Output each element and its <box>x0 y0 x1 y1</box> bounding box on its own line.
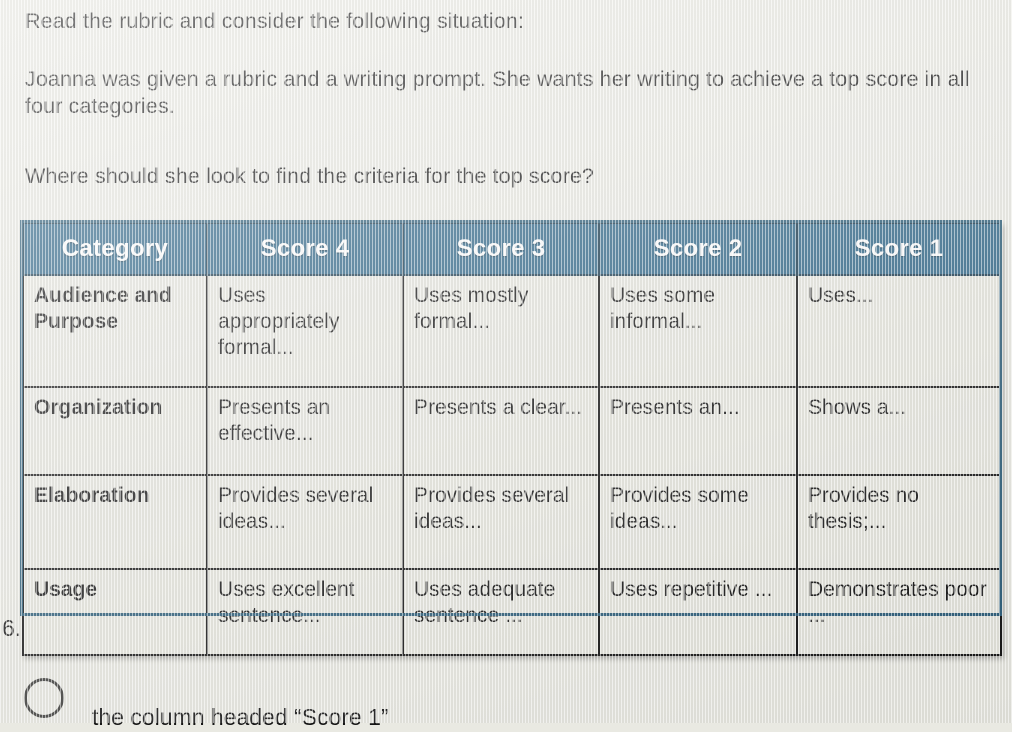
table-row: Audience and Purpose Uses appropriately … <box>22 274 1002 388</box>
cell-score-3: Uses adequate sentence ... <box>402 568 600 656</box>
table-header-row: Category Score 4 Score 3 Score 2 Score 1 <box>22 222 1002 276</box>
cell-score-4: Presents an effective... <box>206 386 404 476</box>
prompt-situation: Joanna was given a rubric and a writing … <box>25 67 970 118</box>
cell-score-1: Shows a... <box>796 386 1002 476</box>
answer-option-the-column-headed-score-1[interactable]: the column headed “Score 1” <box>24 676 389 732</box>
radio-button-icon[interactable] <box>24 678 64 718</box>
prompt-instruction: Read the rubric and consider the followi… <box>25 9 524 33</box>
rubric-table-head: Category Score 4 Score 3 Score 2 Score 1 <box>22 222 1002 276</box>
row-category-label: Usage <box>22 568 208 656</box>
cell-score-3: Presents a clear... <box>402 386 600 476</box>
rubric-table-container: Category Score 4 Score 3 Score 2 Score 1… <box>22 222 1002 656</box>
worksheet-page: Read the rubric and consider the followi… <box>0 0 1012 730</box>
table-row: Elaboration Provides several ideas... Pr… <box>22 474 1002 570</box>
cell-score-4: Uses excellent sentence... <box>206 568 404 656</box>
row-category-label: Audience and Purpose <box>22 274 208 388</box>
answer-option-label: the column headed “Score 1” <box>92 704 389 730</box>
cell-score-2: Presents an... <box>598 386 798 476</box>
column-header-score-2: Score 2 <box>598 222 798 276</box>
question-number: 6. <box>2 615 22 641</box>
row-category-label: Elaboration <box>22 474 208 570</box>
rubric-table: Category Score 4 Score 3 Score 2 Score 1… <box>22 222 1002 656</box>
cell-score-2: Uses some informal... <box>598 274 798 388</box>
cell-score-2: Uses repetitive ... <box>598 568 798 656</box>
cell-score-1: Provides no thesis;... <box>796 474 1002 570</box>
column-header-score-3: Score 3 <box>402 222 600 276</box>
column-header-category: Category <box>22 222 208 276</box>
cell-score-4: Provides several ideas... <box>206 474 404 570</box>
prompt-question: Where should she look to find the criter… <box>25 164 594 188</box>
table-row: Organization Presents an effective... Pr… <box>22 386 1002 476</box>
column-header-score-1: Score 1 <box>796 222 1002 276</box>
cell-score-1: Demonstrates poor ... <box>796 568 1002 656</box>
cell-score-3: Provides several ideas... <box>402 474 600 570</box>
column-header-score-4: Score 4 <box>206 222 404 276</box>
cell-score-2: Provides some ideas... <box>598 474 798 570</box>
cell-score-1: Uses... <box>796 274 1002 388</box>
cell-score-4: Uses appropriately formal... <box>206 274 404 388</box>
cell-score-3: Uses mostly formal... <box>402 274 600 388</box>
table-row: Usage Uses excellent sentence... Uses ad… <box>22 568 1002 656</box>
rubric-table-body: Audience and Purpose Uses appropriately … <box>22 274 1002 656</box>
row-category-label: Organization <box>22 386 208 476</box>
